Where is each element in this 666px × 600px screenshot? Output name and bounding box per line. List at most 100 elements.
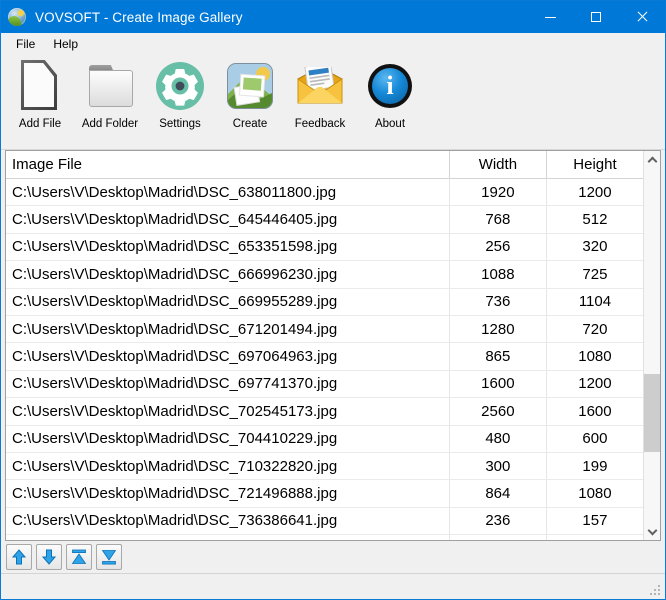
- cell-height: 1080: [545, 343, 643, 370]
- cell-width: 768: [448, 206, 546, 233]
- scrollbar-up-button[interactable]: [644, 151, 661, 168]
- table-row[interactable]: C:\Users\V\Desktop\Madrid\DSC_653351598.…: [6, 233, 643, 262]
- app-window: VOVSOFT - Create Image Gallery File Help…: [0, 0, 666, 600]
- info-icon: i: [363, 59, 417, 113]
- image-list-body: Image File Width Height C:\Users\V\Deskt…: [6, 151, 643, 540]
- toolbar-label-about: About: [374, 118, 406, 130]
- list-header-row: Image File Width Height: [6, 151, 643, 179]
- cell-height: 720: [545, 315, 643, 343]
- toolbar-label-feedback: Feedback: [294, 118, 346, 130]
- chevron-down-icon: [647, 525, 657, 535]
- cell-file: C:\Users\V\Desktop\Madrid\DSC_669955289.…: [12, 293, 338, 311]
- cell-width: 2560: [448, 398, 546, 425]
- cell-width: 865: [448, 343, 546, 370]
- scrollbar-track[interactable]: [643, 168, 660, 523]
- scrollbar-thumb[interactable]: [643, 373, 660, 452]
- cell-width: 236: [448, 507, 546, 535]
- table-row[interactable]: C:\Users\V\Desktop\Madrid\DSC_702545173.…: [6, 398, 643, 426]
- folder-icon: [83, 59, 137, 113]
- close-button[interactable]: [619, 1, 665, 33]
- toolbar-label-create: Create: [232, 118, 268, 130]
- table-row[interactable]: C:\Users\V\Desktop\Madrid\DSC_704410229.…: [6, 425, 643, 453]
- cell-width: 736: [448, 288, 546, 315]
- toolbar-button-about[interactable]: i About: [355, 55, 425, 147]
- toolbar: Add File Add Folder Settings Create Feed…: [1, 55, 665, 150]
- envelope-icon: [293, 59, 347, 113]
- cell-file: C:\Users\V\Desktop\Madrid\DSC_697741370.…: [12, 375, 338, 393]
- cell-file: C:\Users\V\Desktop\Madrid\DSC_671201494.…: [12, 320, 338, 338]
- toolbar-label-add-file: Add File: [18, 118, 62, 130]
- cell-width: 864: [448, 480, 546, 507]
- toolbar-button-create[interactable]: Create: [215, 55, 285, 147]
- table-row[interactable]: C:\Users\V\Desktop\Madrid\DSC_697741370.…: [6, 370, 643, 399]
- cell-height: 320: [545, 233, 643, 261]
- arrow-to-top-icon: [71, 549, 87, 564]
- cell-file: C:\Users\V\Desktop\Madrid\DSC_702545173.…: [12, 402, 338, 420]
- cell-width: 1088: [448, 261, 546, 288]
- cell-width: 480: [448, 425, 546, 452]
- move-up-button[interactable]: [6, 544, 32, 570]
- cell-file: C:\Users\V\Desktop\Madrid\DSC_704410229.…: [12, 430, 338, 448]
- cell-height: 512: [545, 206, 643, 233]
- minimize-icon: [544, 16, 556, 18]
- column-header-image-file[interactable]: Image File: [6, 156, 449, 173]
- move-down-button[interactable]: [36, 544, 62, 570]
- cell-height: 1200: [545, 370, 643, 398]
- minimize-button[interactable]: [527, 1, 573, 33]
- move-to-top-button[interactable]: [66, 544, 92, 570]
- status-bar: [1, 573, 665, 599]
- table-row[interactable]: C:\Users\V\Desktop\Madrid\DSC_721496888.…: [6, 480, 643, 508]
- cell-width: 1920: [448, 179, 546, 206]
- cell-file: C:\Users\V\Desktop\Madrid\DSC_653351598.…: [12, 238, 338, 256]
- move-to-bottom-button[interactable]: [96, 544, 122, 570]
- table-row[interactable]: C:\Users\V\Desktop\Madrid\DSC_697064963.…: [6, 343, 643, 371]
- column-header-width[interactable]: Width: [448, 151, 546, 178]
- cell-width: 256: [448, 233, 546, 261]
- cell-width: 1024: [448, 535, 546, 540]
- window-title: VOVSOFT - Create Image Gallery: [35, 9, 243, 25]
- globe-icon: [8, 8, 26, 26]
- menu-bar: File Help: [1, 33, 665, 55]
- table-row[interactable]: C:\Users\V\Desktop\Madrid\DSC_710322820.…: [6, 452, 643, 481]
- table-row[interactable]: C:\Users\V\Desktop\Madrid\DSC_738188711.…: [6, 535, 643, 540]
- cell-height: 725: [545, 261, 643, 288]
- cell-height: 1080: [545, 480, 643, 507]
- menu-file[interactable]: File: [7, 34, 44, 54]
- cell-height: 1600: [545, 398, 643, 425]
- table-row[interactable]: C:\Users\V\Desktop\Madrid\DSC_666996230.…: [6, 261, 643, 289]
- cell-file: C:\Users\V\Desktop\Madrid\DSC_666996230.…: [12, 265, 338, 283]
- title-bar: VOVSOFT - Create Image Gallery: [1, 1, 665, 33]
- list-scrollbar[interactable]: [643, 151, 660, 540]
- cell-height: 705: [545, 535, 643, 540]
- arrow-up-icon: [11, 549, 27, 565]
- cell-width: 1280: [448, 315, 546, 343]
- cell-width: 1600: [448, 370, 546, 398]
- cell-file: C:\Users\V\Desktop\Madrid\DSC_697064963.…: [12, 348, 338, 366]
- arrow-to-bottom-icon: [101, 550, 117, 565]
- image-gallery-icon: [223, 59, 277, 113]
- column-header-height[interactable]: Height: [545, 151, 643, 178]
- toolbar-button-feedback[interactable]: Feedback: [285, 55, 355, 147]
- table-row[interactable]: C:\Users\V\Desktop\Madrid\DSC_736386641.…: [6, 507, 643, 536]
- cell-height: 1104: [545, 288, 643, 315]
- window-controls: [527, 1, 665, 33]
- maximize-button[interactable]: [573, 1, 619, 33]
- scrollbar-down-button[interactable]: [644, 523, 661, 540]
- cell-file: C:\Users\V\Desktop\Madrid\DSC_638011800.…: [12, 183, 337, 201]
- table-row[interactable]: C:\Users\V\Desktop\Madrid\DSC_671201494.…: [6, 315, 643, 344]
- cell-file: C:\Users\V\Desktop\Madrid\DSC_736386641.…: [12, 512, 338, 530]
- table-row[interactable]: C:\Users\V\Desktop\Madrid\DSC_669955289.…: [6, 288, 643, 316]
- resize-grip-icon[interactable]: [650, 585, 662, 597]
- toolbar-button-settings[interactable]: Settings: [145, 55, 215, 147]
- menu-help[interactable]: Help: [44, 34, 87, 54]
- toolbar-button-add-file[interactable]: Add File: [5, 55, 75, 147]
- image-list: Image File Width Height C:\Users\V\Deskt…: [5, 150, 661, 541]
- cell-height: 1200: [545, 179, 643, 206]
- cell-height: 600: [545, 425, 643, 452]
- toolbar-label-add-folder: Add Folder: [81, 118, 139, 130]
- toolbar-button-add-folder[interactable]: Add Folder: [75, 55, 145, 147]
- cell-height: 157: [545, 507, 643, 535]
- table-row[interactable]: C:\Users\V\Desktop\Madrid\DSC_645446405.…: [6, 206, 643, 234]
- table-row[interactable]: C:\Users\V\Desktop\Madrid\DSC_638011800.…: [6, 179, 643, 207]
- chevron-up-icon: [647, 156, 657, 166]
